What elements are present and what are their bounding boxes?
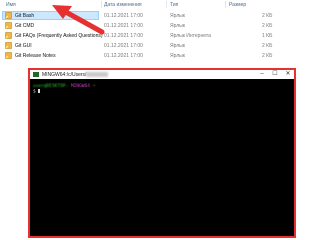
git-bash-window: MINGW64:/c/Users/ – ☐ ✕ user@DESKTOP- MI… (28, 68, 296, 238)
file-type: Ярлык Интернета (170, 33, 211, 39)
terminal-title: MINGW64:/c/Users/ (42, 71, 87, 78)
blurred-username (86, 72, 108, 77)
file-size: 2 КБ (262, 13, 273, 19)
prompt-symbol: $ (33, 89, 36, 95)
file-size: 1 КБ (262, 33, 273, 39)
shortcut-icon (5, 12, 12, 19)
file-date: 01.12.2021 17:00 (104, 53, 143, 59)
file-name: Git Bash (15, 13, 35, 19)
file-row-git-bash[interactable]: Git Bash 01.12.2021 17:00 Ярлык 2 КБ (0, 11, 300, 20)
prompt-user: user@DESKTOP- (33, 84, 69, 89)
prompt-system: MINGW64 (70, 84, 90, 89)
file-size: 2 КБ (262, 53, 273, 59)
shortcut-icon (5, 22, 12, 29)
file-type: Ярлык (170, 53, 185, 59)
file-row-git-cmd[interactable]: Git CMD 01.12.2021 17:00 Ярлык 2 КБ (0, 21, 300, 30)
file-name: Git Release Notes (15, 53, 56, 59)
file-row-git-faqs[interactable]: Git FAQs (Frequently Asked Questions) 01… (0, 31, 300, 40)
close-button[interactable]: ✕ (282, 70, 294, 79)
minimize-button[interactable]: – (256, 70, 268, 79)
column-name-header[interactable]: Имя (6, 2, 16, 8)
file-type: Ярлык (170, 13, 185, 19)
terminal-title-bar[interactable]: MINGW64:/c/Users/ – ☐ ✕ (30, 70, 294, 79)
file-date: 01.12.2021 17:00 (104, 33, 143, 39)
shortcut-icon (5, 42, 12, 49)
file-row-git-release-notes[interactable]: Git Release Notes 01.12.2021 17:00 Ярлык… (0, 51, 300, 60)
file-size: 2 КБ (262, 43, 273, 49)
text-cursor (37, 89, 40, 93)
file-name: Git CMD (15, 23, 35, 29)
file-size: 2 КБ (262, 23, 273, 29)
file-type: Ярлык (170, 23, 185, 29)
column-type-header[interactable]: Тип (170, 2, 178, 8)
file-date: 01.12.2021 17:00 (104, 23, 143, 29)
column-header: Имя Дата изменения Тип Размер (0, 0, 300, 9)
file-name: Git GUI (15, 43, 32, 49)
maximize-button[interactable]: ☐ (269, 70, 281, 79)
file-type: Ярлык (170, 43, 185, 49)
prompt-path: ~ (92, 84, 96, 89)
shortcut-icon (5, 52, 12, 59)
mingw-icon (33, 72, 39, 77)
file-row-git-gui[interactable]: Git GUI 01.12.2021 17:00 Ярлык 2 КБ (0, 41, 300, 50)
terminal-body[interactable]: user@DESKTOP- MINGW64 ~ $ (30, 79, 294, 236)
command-prompt: user@DESKTOP- MINGW64 ~ $ (33, 84, 95, 95)
column-date-header[interactable]: Дата изменения (104, 2, 142, 8)
file-date: 01.12.2021 17:00 (104, 13, 143, 19)
file-date: 01.12.2021 17:00 (104, 43, 143, 49)
file-list: Имя Дата изменения Тип Размер Git Bash 0… (0, 0, 300, 62)
file-name: Git FAQs (Frequently Asked Questions) (15, 33, 103, 39)
internet-shortcut-icon (5, 32, 12, 39)
column-size-header[interactable]: Размер (229, 2, 246, 8)
